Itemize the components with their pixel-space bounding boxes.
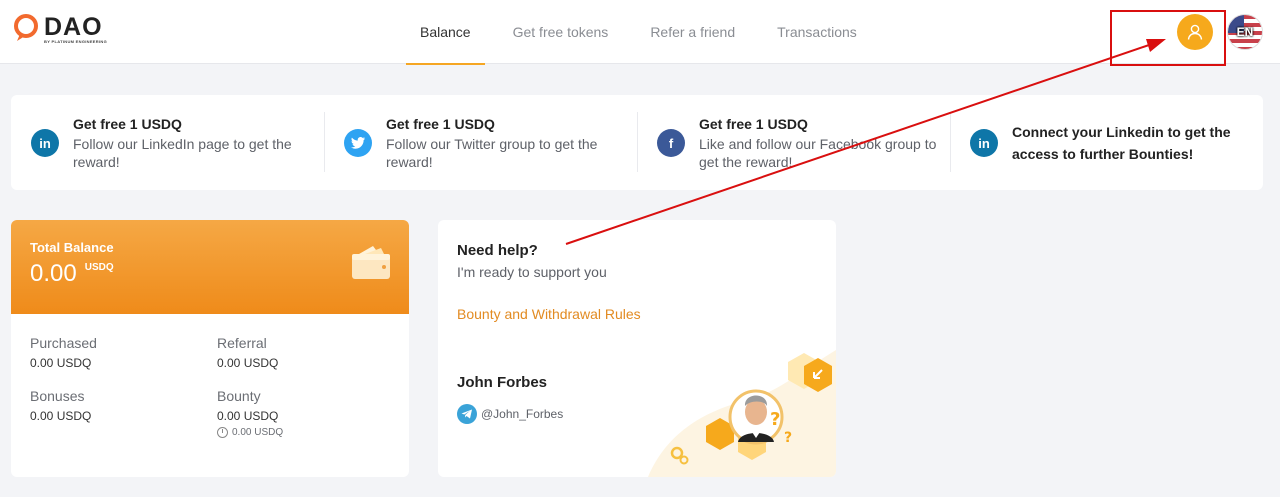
balance-header: Total Balance 0.00 USDQ — [11, 220, 409, 314]
bonuses-label: Bonuses — [30, 388, 85, 404]
clock-icon — [217, 427, 228, 438]
tab-get-free-tokens[interactable]: Get free tokens — [499, 0, 623, 64]
telegram-link[interactable]: @John_Forbes — [457, 404, 563, 424]
bounty-label: Bounty — [217, 388, 261, 404]
top-header: DAO BY PLATINUM ENGINEERING Balance Get … — [0, 0, 1280, 65]
linkedin-icon: in — [970, 129, 998, 157]
svg-text:?: ? — [770, 409, 780, 430]
language-label: EN — [1236, 25, 1254, 39]
help-title: Need help? — [457, 242, 538, 259]
tab-refer-a-friend[interactable]: Refer a friend — [636, 0, 749, 64]
facebook-icon: f — [657, 129, 685, 157]
bonuses-value: 0.00 USDQ — [30, 409, 92, 423]
language-button[interactable]: EN — [1227, 14, 1263, 50]
logo-word: DAO — [44, 13, 103, 41]
logo[interactable]: DAO BY PLATINUM ENGINEERING — [12, 14, 107, 44]
support-name: John Forbes — [457, 374, 548, 391]
bounty-description: Follow our Twitter group to get the rewa… — [386, 136, 598, 170]
bounty-title: Get free 1 USDQ — [699, 116, 808, 132]
bounty-item-facebook[interactable]: f Get free 1 USDQ Like and follow our Fa… — [637, 95, 950, 190]
total-balance-unit: USDQ — [84, 262, 114, 273]
wallet-icon — [352, 246, 390, 279]
svg-text:?: ? — [784, 430, 792, 446]
bounty-item-linkedin[interactable]: in Get free 1 USDQ Follow our LinkedIn p… — [11, 95, 324, 190]
help-card: ? ? Need help? I'm ready to support you … — [438, 220, 836, 477]
bounty-description: Like and follow our Facebook group to ge… — [699, 136, 937, 170]
telegram-handle: @John_Forbes — [481, 407, 564, 421]
connect-linkedin-text: Connect your Linkedin to get the access … — [1012, 124, 1231, 162]
bounty-strip: in Get free 1 USDQ Follow our LinkedIn p… — [11, 95, 1263, 190]
referral-value: 0.00 USDQ — [217, 356, 279, 370]
purchased-label: Purchased — [30, 335, 97, 351]
main-nav: Balance Get free tokens Refer a friend T… — [406, 0, 885, 65]
bounty-pending-value: 0.00 USDQ — [232, 427, 284, 438]
logo-subtitle: BY PLATINUM ENGINEERING — [44, 39, 107, 44]
referral-label: Referral — [217, 335, 267, 351]
help-subtitle: I'm ready to support you — [457, 264, 607, 280]
annotation-highlight-box — [1110, 10, 1226, 66]
linkedin-icon: in — [31, 129, 59, 157]
bounty-value: 0.00 USDQ — [217, 409, 279, 423]
balance-card: Total Balance 0.00 USDQ Purchased 0.00 U… — [11, 220, 409, 477]
logo-icon — [14, 14, 38, 41]
bounty-rules-link[interactable]: Bounty and Withdrawal Rules — [457, 306, 641, 322]
bounty-title: Get free 1 USDQ — [386, 116, 495, 132]
total-balance-value: 0.00 — [30, 260, 77, 287]
purchased-value: 0.00 USDQ — [30, 356, 92, 370]
bounty-description: Follow our LinkedIn page to get the rewa… — [73, 136, 292, 170]
bounty-item-connect-linkedin[interactable]: in Connect your Linkedin to get the acce… — [950, 95, 1263, 190]
bounty-item-twitter[interactable]: Get free 1 USDQ Follow our Twitter group… — [324, 95, 637, 190]
tab-balance[interactable]: Balance — [406, 0, 485, 65]
tab-transactions[interactable]: Transactions — [763, 0, 871, 64]
support-illustration: ? ? — [648, 350, 836, 477]
bounty-title: Get free 1 USDQ — [73, 116, 182, 132]
telegram-icon — [457, 404, 477, 424]
twitter-icon — [344, 129, 372, 157]
